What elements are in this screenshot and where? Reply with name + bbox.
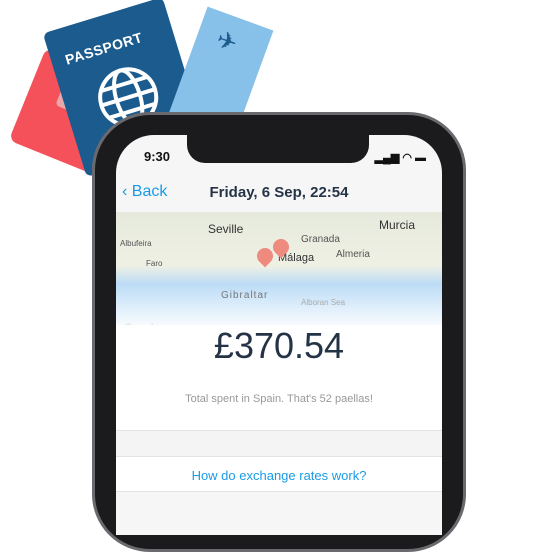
passport-label: PASSPORT	[63, 29, 145, 68]
section-divider	[116, 430, 442, 457]
map-label: Alboran Sea	[301, 298, 346, 307]
map-label: Almeria	[336, 249, 370, 260]
status-icons: ▂▄▆ ◠ ▬	[374, 152, 426, 164]
map-label: Granada	[301, 234, 340, 245]
total-caption: Total spent in Spain. That's 52 paellas!	[185, 393, 373, 405]
map-label: Albufeira	[120, 239, 152, 248]
exchange-rates-link[interactable]: How do exchange rates work?	[116, 468, 442, 483]
map-label: Seville	[208, 222, 244, 236]
page-title: Friday, 6 Sep, 22:54	[209, 184, 349, 201]
map-label: Murcia	[379, 218, 416, 232]
total-amount: £370.54	[213, 325, 345, 366]
phone-notch	[187, 135, 369, 163]
map-view[interactable]: Seville Granada Murcia Albufeira Faro Má…	[116, 212, 442, 334]
airplane-icon: ✈	[212, 25, 241, 58]
map-label: Gibraltar	[221, 290, 269, 301]
map-label: Faro	[146, 259, 163, 268]
phone-screen: Seville Granada Murcia Albufeira Faro Má…	[116, 135, 442, 535]
status-time: 9:30	[144, 149, 171, 164]
